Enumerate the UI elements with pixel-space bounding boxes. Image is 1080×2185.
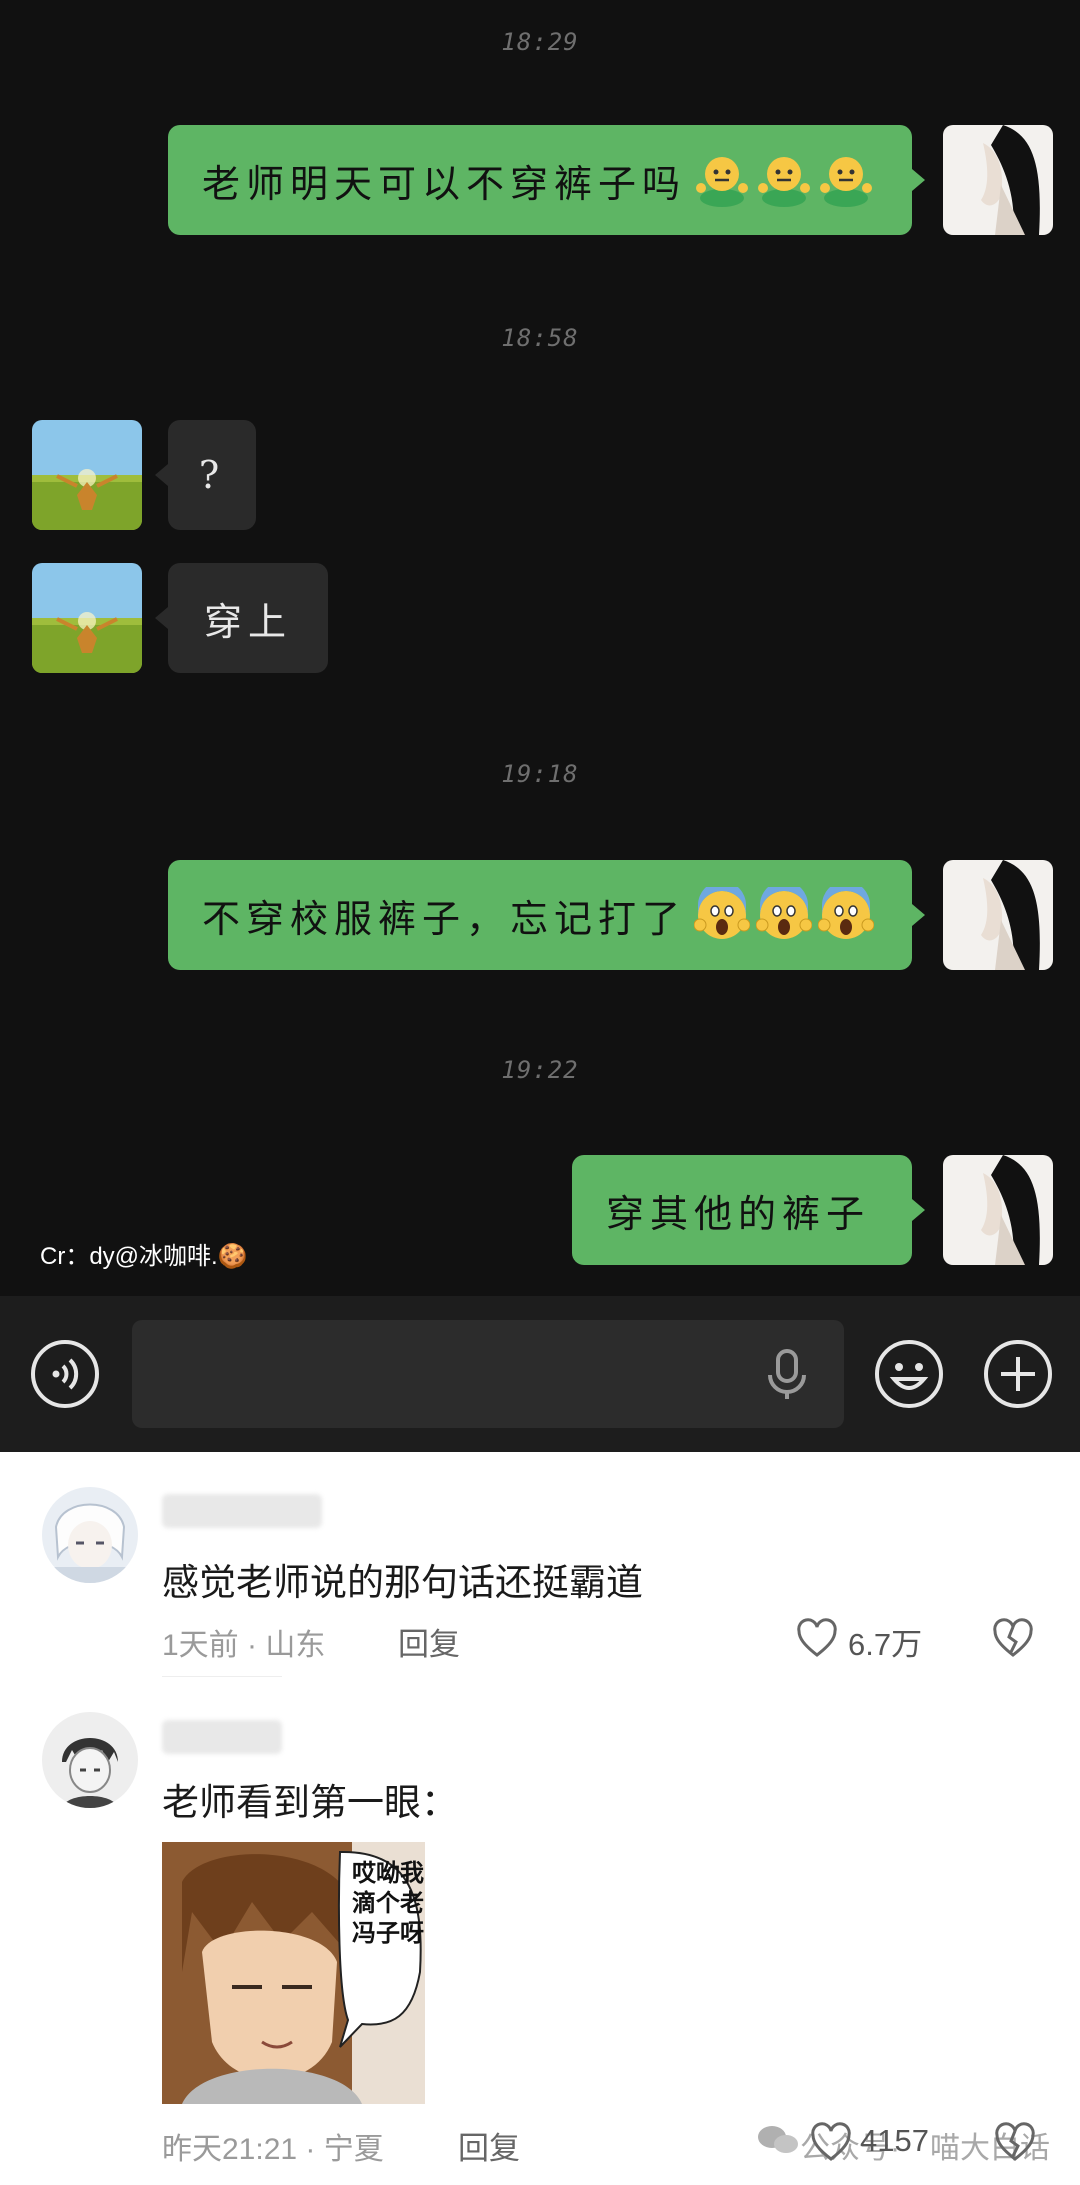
chat-conversation: 18:29 老师明天可以不穿裤子吗 18:58 ? 穿上 19:18 不穿校服裤… (0, 0, 1080, 1296)
scream-emoji-icon (694, 887, 751, 943)
commenter-avatar[interactable] (42, 1487, 138, 1583)
emoji-face-icon[interactable] (874, 1339, 944, 1409)
plus-circle-icon[interactable] (983, 1339, 1053, 1409)
shrug-emoji-icon (818, 152, 874, 208)
commenter-name-blurred[interactable] (162, 1494, 322, 1528)
bubble-tail (155, 464, 168, 486)
bubble-tail (912, 1199, 925, 1221)
comment-location: 宁夏 (323, 2133, 384, 2166)
meta-separator: · (247, 1629, 266, 1662)
timestamp: 18:58 (501, 324, 579, 352)
voice-toggle-icon[interactable] (30, 1339, 100, 1409)
scream-emoji-icon (756, 887, 813, 943)
meta-separator: · (305, 2133, 324, 2166)
comment-time: 昨天21:21 (162, 2133, 298, 2166)
timestamp: 18:29 (501, 28, 579, 56)
message-bubble-outgoing[interactable]: 老师明天可以不穿裤子吗 (168, 125, 912, 235)
comment-meme-image[interactable]: 哎呦我滴个老冯子呀 (162, 1842, 425, 2104)
comment-time: 1天前 (162, 1629, 239, 1662)
dislike-broken-heart-icon[interactable] (992, 1618, 1034, 1658)
comment-location: 山东 (265, 1629, 326, 1662)
shrug-emoji-icon (756, 152, 812, 208)
timestamp: 19:18 (501, 760, 579, 788)
message-text: 穿上 (203, 599, 292, 644)
like-heart-icon[interactable] (796, 1618, 838, 1658)
avatar-self[interactable] (943, 125, 1053, 235)
bubble-tail (155, 607, 168, 629)
comment-text: 感觉老师说的那句话还挺霸道 (162, 1562, 643, 1603)
like-count: 6.7万 (848, 1627, 923, 1662)
message-bubble-incoming[interactable]: ? (168, 420, 256, 530)
credit-watermark: Cr：dy@冰咖啡.🍪 (40, 1243, 248, 1270)
comment-meta: 1天前 · 山东 (162, 1620, 325, 1664)
commenter-avatar[interactable] (42, 1712, 138, 1808)
like-count: 4157 (860, 2123, 929, 2158)
reply-button[interactable]: 回复 (398, 1619, 460, 1664)
wechat-icon (756, 2122, 800, 2166)
message-bubble-outgoing[interactable]: 穿其他的裤子 (572, 1155, 912, 1265)
message-bubble-incoming[interactable]: 穿上 (168, 563, 328, 673)
meme-caption: 哎呦我滴个老冯子呀 (352, 1859, 424, 1947)
comment-meta: 昨天21:21 · 宁夏 (162, 2124, 384, 2168)
message-input[interactable] (132, 1320, 844, 1428)
like-heart-icon[interactable] (810, 2122, 852, 2162)
message-bubble-outgoing[interactable]: 不穿校服裤子，忘记打了 (168, 860, 912, 970)
chat-input-bar (0, 1296, 1080, 1452)
message-text: 穿其他的裤子 (606, 1191, 871, 1236)
bubble-tail (912, 169, 925, 191)
comment-text: 老师看到第一眼： (162, 1782, 458, 1823)
scream-emoji-icon (818, 887, 875, 943)
microphone-icon[interactable] (752, 1339, 822, 1409)
avatar-self[interactable] (943, 1155, 1053, 1265)
message-text: ? (198, 453, 226, 497)
divider (162, 1676, 282, 1677)
reply-button[interactable]: 回复 (458, 2123, 520, 2168)
message-text: 老师明天可以不穿裤子吗 (202, 161, 687, 206)
timestamp: 19:22 (501, 1056, 579, 1084)
shrug-emoji-icon (694, 152, 750, 208)
avatar-teacher[interactable] (32, 420, 142, 530)
avatar-self[interactable] (943, 860, 1053, 970)
avatar-teacher[interactable] (32, 563, 142, 673)
commenter-name-blurred[interactable] (162, 1720, 282, 1754)
bubble-tail (912, 904, 925, 926)
dislike-broken-heart-icon[interactable] (994, 2122, 1036, 2162)
message-text: 不穿校服裤子，忘记打了 (202, 896, 687, 941)
